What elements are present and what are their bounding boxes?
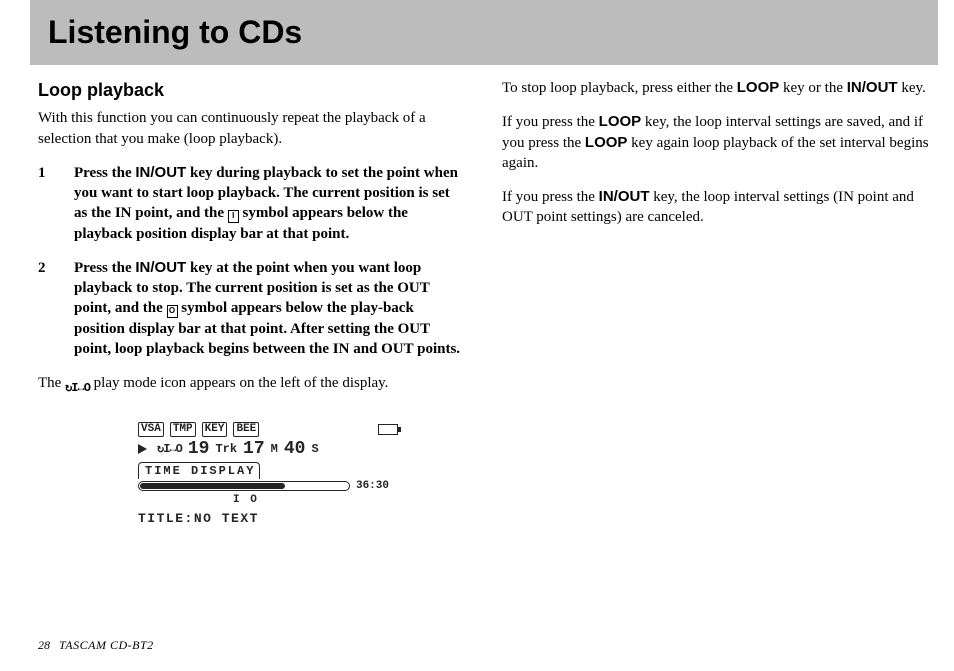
lcd-chip: BEE: [233, 422, 259, 437]
key-inout: IN/OUT: [847, 79, 898, 96]
play-icon: [138, 444, 147, 454]
key-loop: LOOP: [737, 79, 780, 96]
page-footer: 28 TASCAM CD-BT2: [38, 638, 154, 653]
lcd-progress-fill: [140, 483, 285, 489]
lcd-progress-bar: 36:30: [138, 481, 350, 491]
right-p3: If you press the IN/OUT key, the loop in…: [502, 187, 930, 228]
playmode-icon: ↻I↔O: [157, 441, 182, 457]
lcd-title-row: TITLE:NO TEXT: [138, 510, 398, 528]
key-inout: IN/OUT: [135, 164, 186, 181]
title-bar: Listening to CDs: [30, 0, 938, 65]
key-loop: LOOP: [599, 113, 642, 130]
steps-list: 1 Press the IN/OUT key during playback t…: [38, 163, 466, 359]
content-columns: Loop playback With this function you can…: [38, 78, 930, 527]
step-1: 1 Press the IN/OUT key during playback t…: [38, 163, 466, 244]
step-text: Press the IN/OUT key at the point when y…: [74, 258, 466, 359]
lcd-chip-row: VSA TMP KEY BEE: [138, 422, 398, 437]
lcd-min: 17: [243, 437, 265, 461]
lcd-track: 19: [188, 437, 210, 461]
page-number: 28: [38, 638, 50, 652]
step-2: 2 Press the IN/OUT key at the point when…: [38, 258, 466, 359]
lcd-track-row: ↻I↔O 19Trk 17M 40S: [138, 437, 398, 461]
key-inout: IN/OUT: [135, 259, 186, 276]
key-loop: LOOP: [585, 134, 628, 151]
step-number: 2: [38, 258, 54, 359]
product-model: TASCAM CD-BT2: [59, 638, 154, 652]
key-inout: IN/OUT: [599, 188, 650, 205]
right-p1: To stop loop playback, press either the …: [502, 78, 930, 98]
lcd-chip: TMP: [170, 422, 196, 437]
lcd-tab-row: TIME DISPLAY: [138, 462, 398, 479]
lcd-illustration: VSA TMP KEY BEE ↻I↔O 19Trk 17M 40S TIME …: [138, 422, 398, 527]
section-heading: Loop playback: [38, 78, 466, 102]
right-column: To stop loop playback, press either the …: [502, 78, 930, 527]
lcd-endtime: 36:30: [356, 479, 389, 494]
playmode-note: The ↻I↔O play mode icon appears on the l…: [38, 373, 466, 396]
lcd-chip: VSA: [138, 422, 164, 437]
in-point-icon: I: [228, 210, 239, 223]
step-number: 1: [38, 163, 54, 244]
lcd-chip: KEY: [202, 422, 228, 437]
playmode-icon: ↻I↔O: [65, 380, 90, 396]
lcd-loop-marks: I O: [233, 493, 398, 508]
battery-icon: [378, 424, 398, 435]
manual-page: { "title": "Listening to CDs", "section"…: [0, 0, 954, 671]
lcd-sec: 40: [284, 437, 306, 461]
out-point-icon: O: [167, 305, 178, 318]
intro-paragraph: With this function you can continuously …: [38, 108, 466, 149]
step-text: Press the IN/OUT key during playback to …: [74, 163, 466, 244]
lcd-tab: TIME DISPLAY: [138, 462, 260, 479]
page-title: Listening to CDs: [48, 14, 302, 51]
left-column: Loop playback With this function you can…: [38, 78, 466, 527]
right-p2: If you press the LOOP key, the loop inte…: [502, 112, 930, 173]
